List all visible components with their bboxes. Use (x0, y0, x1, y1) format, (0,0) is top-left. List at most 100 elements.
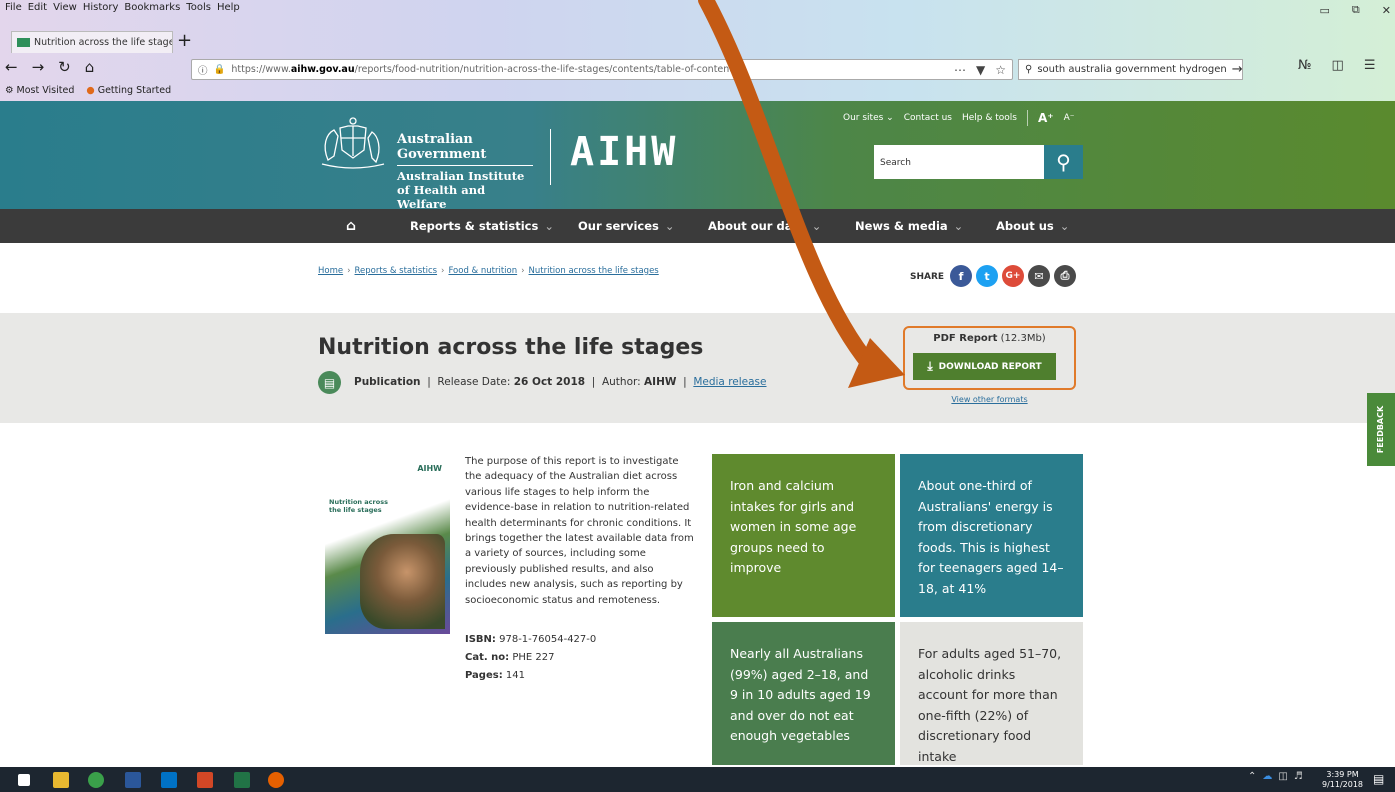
windows-start-icon[interactable] (18, 774, 30, 786)
font-smaller-button[interactable]: A⁻ (1064, 113, 1075, 123)
key-finding-tile-1: Iron and calcium intakes for girls and w… (712, 454, 895, 617)
breadcrumb-home[interactable]: Home (318, 266, 343, 276)
breadcrumb-food-nutrition[interactable]: Food & nutrition (448, 266, 517, 276)
help-tools-link[interactable]: Help & tools (962, 113, 1017, 123)
contact-us-link[interactable]: Contact us (904, 113, 952, 123)
menu-tools[interactable]: Tools (186, 2, 211, 13)
new-tab-icon[interactable]: + (177, 30, 192, 51)
nav-our-services[interactable]: Our services ⌄ (578, 209, 675, 243)
menu-bar: File Edit View History Bookmarks Tools H… (5, 2, 240, 13)
hamburger-menu-icon[interactable]: ☰ (1364, 58, 1376, 73)
site-header: Australian Government Australian Institu… (0, 101, 1395, 211)
publication-type: Publication (354, 376, 421, 388)
menu-file[interactable]: File (5, 2, 22, 13)
cover-logo: AIHW (417, 464, 442, 473)
forward-icon[interactable]: → (32, 58, 45, 76)
gov-line-2: Australian Institute of Health and Welfa… (397, 169, 525, 211)
aihw-favicon-icon (17, 38, 30, 47)
info-icon[interactable]: ⓘ (198, 63, 208, 77)
print-icon[interactable]: ⎙ (1054, 265, 1076, 287)
toolbar-right: № ◫ ☰ (1298, 58, 1375, 73)
action-center-icon[interactable]: ▤ (1373, 772, 1384, 786)
browser-search-bar[interactable]: ⚲ south australia government hydrogen → (1018, 59, 1243, 80)
window-controls: ▭ ⧉ ✕ (1320, 0, 1391, 20)
nav-about-our-data[interactable]: About our data ⌄ (708, 209, 821, 243)
onedrive-icon[interactable]: ☁ (1262, 771, 1272, 782)
search-icon: ⚲ (1025, 64, 1033, 75)
word-icon[interactable] (125, 772, 141, 788)
firefox-taskbar-icon[interactable] (268, 772, 284, 788)
tray-expand-icon[interactable]: ⌃ (1248, 771, 1256, 782)
taskbar-clock[interactable]: 3:39 PM 9/11/2018 (1322, 770, 1363, 790)
title-band (0, 313, 1395, 423)
top-links: Our sites ⌄ Contact us Help & tools A⁺ A… (843, 110, 1075, 126)
library-icon[interactable]: № (1298, 58, 1312, 73)
isbn-row: ISBN: 978-1-76054-427-0 (465, 634, 597, 645)
volume-icon[interactable]: ♬ (1294, 771, 1303, 782)
report-description: The purpose of this report is to investi… (465, 456, 694, 606)
menu-history[interactable]: History (83, 2, 119, 13)
font-larger-button[interactable]: A⁺ (1038, 111, 1054, 125)
nav-home-icon[interactable]: ⌂ (346, 209, 356, 243)
menu-edit[interactable]: Edit (28, 2, 47, 13)
media-release-link[interactable]: Media release (693, 376, 766, 388)
feedback-tab[interactable]: FEEDBACK (1367, 393, 1395, 466)
url-host: aihw.gov.au (290, 64, 355, 75)
search-go-icon[interactable]: → (1232, 62, 1243, 77)
coat-of-arms-icon (321, 117, 385, 169)
network-icon[interactable]: ◫ (1278, 771, 1287, 782)
menu-help[interactable]: Help (217, 2, 240, 13)
breadcrumb: Home › Reports & statistics › Food & nutri… (318, 266, 659, 276)
aihw-logo[interactable]: AIHW (570, 129, 678, 175)
bookmark-most-visited[interactable]: ⚙ Most Visited (5, 85, 74, 96)
file-explorer-icon[interactable] (53, 772, 69, 788)
share-label: SHARE (910, 272, 945, 282)
our-sites-link[interactable]: Our sites ⌄ (843, 113, 894, 123)
download-report-button[interactable]: ⤓ DOWNLOAD REPORT (913, 353, 1056, 380)
browser-tab[interactable]: Nutrition across the life stages ✕ (11, 31, 173, 53)
powerpoint-icon[interactable] (197, 772, 213, 788)
download-label: DOWNLOAD REPORT (938, 361, 1042, 372)
minimize-icon[interactable]: ▭ (1320, 4, 1330, 17)
home-icon[interactable]: ⌂ (85, 58, 95, 76)
header-divider (550, 129, 551, 185)
site-search-button[interactable]: ⚲ (1044, 145, 1083, 179)
cover-photo (360, 534, 445, 629)
site-search-input[interactable]: Search (874, 145, 1044, 179)
other-formats-link[interactable]: View other formats (903, 395, 1076, 404)
tab-title: Nutrition across the life stages (34, 37, 173, 48)
key-finding-tile-4: For adults aged 51–70, alcoholic drinks … (900, 622, 1083, 765)
twitter-icon[interactable]: t (976, 265, 998, 287)
back-icon[interactable]: ← (5, 58, 18, 76)
nav-about-us[interactable]: About us ⌄ (996, 209, 1069, 243)
restore-icon[interactable]: ⧉ (1352, 3, 1360, 17)
nav-news-media[interactable]: News & media ⌄ (855, 209, 963, 243)
breadcrumb-current[interactable]: Nutrition across the life stages (529, 266, 659, 276)
url-path: /reports/food-nutrition/nutrition-across… (354, 64, 738, 75)
facebook-icon[interactable]: f (950, 265, 972, 287)
report-cover-image: AIHW Nutrition across the life stages (325, 454, 450, 634)
nav-reports-statistics[interactable]: Reports & statistics ⌄ (410, 209, 554, 243)
menu-bookmarks[interactable]: Bookmarks (124, 2, 180, 13)
excel-icon[interactable] (234, 772, 250, 788)
bookmark-star-icon[interactable]: ☆ (995, 63, 1006, 77)
bookmark-getting-started[interactable]: ● Getting Started (86, 85, 171, 96)
menu-view[interactable]: View (53, 2, 77, 13)
googleplus-icon[interactable]: G+ (1002, 265, 1024, 287)
release-label: Release Date: (437, 376, 511, 388)
bookmarks-bar: ⚙ Most Visited ● Getting Started (5, 85, 171, 96)
outlook-icon[interactable] (161, 772, 177, 788)
url-bar[interactable]: ⓘ 🔒 https://www.aihw.gov.au/reports/food… (191, 59, 1013, 80)
close-window-icon[interactable]: ✕ (1382, 4, 1391, 17)
pocket-icon[interactable]: ▼ (976, 63, 985, 77)
email-icon[interactable]: ✉ (1028, 265, 1050, 287)
lock-icon: 🔒 (213, 64, 226, 75)
chrome-icon[interactable] (88, 772, 104, 788)
reload-icon[interactable]: ↻ (58, 58, 71, 76)
report-facts: ISBN: 978-1-76054-427-0 Cat. no: PHE 227… (465, 631, 596, 685)
sidebar-icon[interactable]: ◫ (1332, 58, 1344, 73)
catno-row: Cat. no: PHE 227 (465, 652, 555, 663)
page-actions-icon[interactable]: ⋯ (954, 63, 966, 77)
breadcrumb-reports[interactable]: Reports & statistics (355, 266, 438, 276)
publication-meta: Publication | Release Date: 26 Oct 2018 … (354, 376, 767, 388)
